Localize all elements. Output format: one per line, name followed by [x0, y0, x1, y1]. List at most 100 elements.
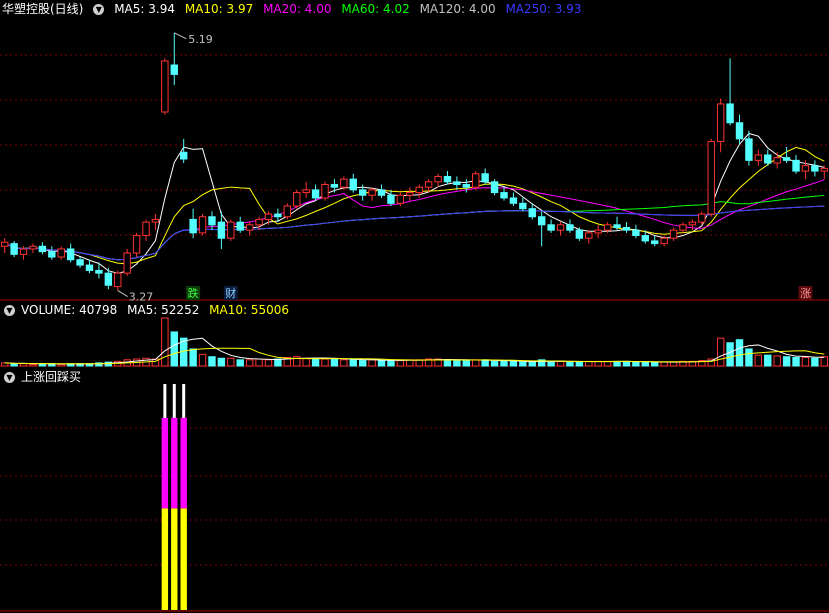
volume-bar	[669, 361, 678, 367]
candle-down	[170, 64, 178, 75]
low-pointer	[117, 290, 129, 298]
volume-bar	[651, 361, 659, 367]
candlesticks	[1, 32, 828, 291]
candle-down	[95, 269, 103, 274]
volume-bar	[773, 355, 781, 367]
volume-bar	[189, 348, 197, 367]
main-legend: 华塑控股(日线) ▼ MA5: 3.94 MA10: 3.97 MA20: 4.0…	[0, 0, 587, 18]
volume-bar	[340, 359, 348, 367]
candle-down	[453, 181, 461, 186]
candle-up	[716, 103, 725, 143]
volume-bar	[500, 360, 508, 367]
candle-up	[293, 192, 301, 207]
candle-down	[462, 184, 471, 188]
volume-bar	[236, 359, 244, 367]
candle-up	[132, 235, 141, 254]
volume-bar	[660, 361, 668, 367]
candle-down	[10, 243, 18, 255]
volume-bar	[208, 356, 216, 367]
candle-up	[556, 224, 565, 231]
volume-bar	[245, 359, 254, 367]
candle-down	[641, 235, 650, 242]
volume-bar	[575, 361, 584, 367]
candle-down	[792, 159, 800, 172]
candle-up	[679, 224, 687, 231]
candle-up	[161, 60, 169, 113]
candle-up	[406, 192, 414, 196]
candle-down	[632, 229, 640, 237]
volume-bar	[311, 357, 320, 367]
stock-title: 华塑控股(日线)	[2, 2, 84, 16]
volume-bar	[632, 361, 640, 367]
volume-bar	[330, 358, 339, 367]
candle-down	[537, 216, 546, 226]
candle-up	[283, 205, 292, 218]
volume-title: VOLUME: 40798	[21, 303, 118, 317]
volume-bar	[387, 360, 395, 367]
chevron-down-icon[interactable]: ▼	[4, 305, 15, 316]
candle-down	[735, 122, 744, 140]
volume-bar	[274, 358, 282, 367]
candle-up	[1, 241, 9, 247]
candle-up	[754, 154, 763, 161]
candle-down	[66, 248, 75, 261]
candle-down	[613, 224, 621, 228]
high-pointer	[174, 32, 187, 40]
candle-down	[208, 216, 216, 226]
volume-bar	[547, 360, 555, 367]
volume-bar	[170, 331, 178, 367]
candle-up	[660, 237, 668, 245]
candle-down	[358, 189, 367, 196]
candle-down	[85, 264, 94, 271]
volume-bar	[481, 359, 489, 367]
volume-bar	[641, 361, 650, 367]
ma60-label: MA60: 4.02	[341, 2, 410, 16]
volume-bar	[792, 356, 800, 367]
candle-down	[48, 251, 56, 258]
candle-down	[481, 173, 489, 183]
volume-bar	[726, 342, 734, 367]
candle-down	[490, 181, 499, 194]
volume-bar	[622, 360, 631, 367]
candle-up	[340, 178, 348, 188]
ma5-label: MA5: 3.94	[114, 2, 175, 16]
candle-down	[566, 224, 574, 231]
candle-down	[349, 178, 357, 191]
candle-up	[707, 141, 715, 215]
candle-down	[377, 189, 386, 196]
candle-up	[302, 189, 310, 194]
candle-up	[820, 167, 828, 172]
chevron-down-icon[interactable]: ▼	[4, 372, 15, 383]
volume-bar	[716, 337, 725, 367]
candle-down	[811, 165, 819, 172]
candle-up	[57, 248, 65, 258]
candle-up	[603, 224, 612, 231]
candle-up	[255, 218, 263, 226]
volume-ma10: MA10: 55006	[209, 303, 290, 317]
grid-lines	[0, 54, 829, 612]
indicator-bar-yellow	[171, 508, 178, 610]
volume-bar	[745, 348, 753, 367]
candle-up	[123, 252, 131, 274]
volume-bar	[754, 354, 763, 367]
candle-down	[547, 224, 555, 231]
candle-down	[745, 138, 753, 161]
volume-bar	[161, 317, 169, 367]
candle-up	[669, 229, 678, 239]
candle-down	[519, 202, 527, 210]
candle-down	[274, 213, 282, 218]
candle-up	[368, 189, 376, 196]
candle-up	[264, 213, 273, 220]
volume-bar	[735, 339, 744, 367]
candle-down	[622, 226, 631, 231]
signal-marker: 涨	[800, 287, 811, 300]
volume-bar	[453, 360, 461, 367]
candle-down	[330, 184, 339, 188]
candle-up	[245, 224, 254, 231]
volume-bar	[556, 360, 565, 367]
ma20-label: MA20: 4.00	[263, 2, 332, 16]
volume-bar	[349, 359, 357, 367]
chevron-down-icon[interactable]: ▼	[93, 4, 105, 15]
indicator-bar-magenta	[161, 417, 169, 509]
candle-up	[424, 181, 433, 188]
